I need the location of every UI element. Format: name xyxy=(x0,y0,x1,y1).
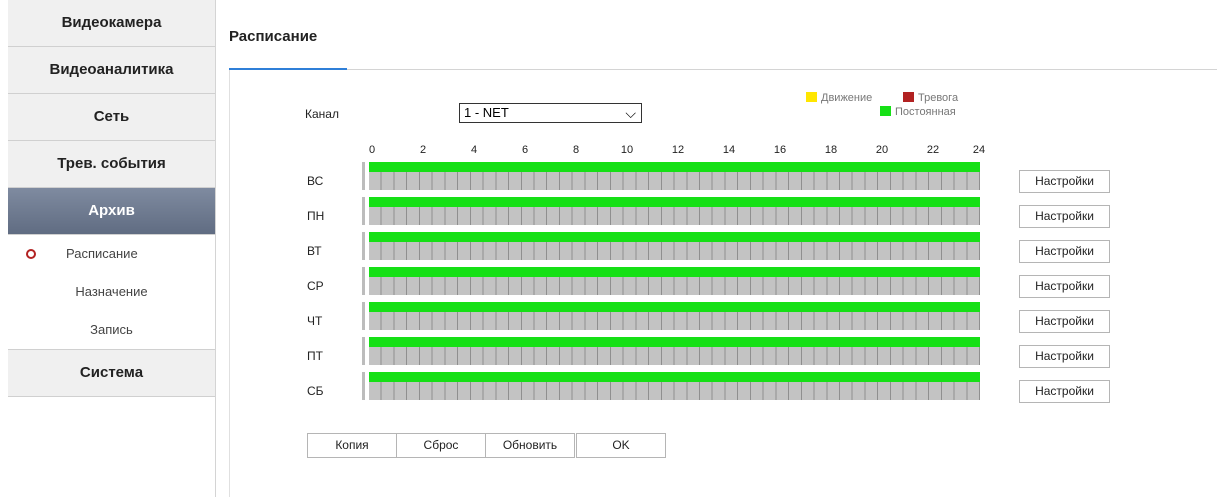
continuous-record-bar xyxy=(369,337,980,347)
schedule-row-sat[interactable] xyxy=(362,372,980,400)
hour-tick: 12 xyxy=(671,144,685,156)
copy-button[interactable]: Копия xyxy=(307,433,397,458)
day-label-wed: СР xyxy=(307,279,324,293)
hour-tick: 20 xyxy=(875,144,889,156)
day-label-sat: СБ xyxy=(307,384,324,398)
schedule-row-wed[interactable] xyxy=(362,267,980,295)
legend-motion-label: Движение xyxy=(821,92,873,104)
settings-button-sat[interactable]: Настройки xyxy=(1019,380,1110,403)
hour-tick: 24 xyxy=(972,144,986,156)
hour-tick: 10 xyxy=(620,144,634,156)
hour-tick: 14 xyxy=(722,144,736,156)
hour-tick: 6 xyxy=(521,144,529,156)
page-title: Расписание xyxy=(229,28,318,45)
hour-tick: 18 xyxy=(824,144,838,156)
reset-button[interactable]: Сброс xyxy=(396,433,486,458)
main-panel: Расписание Канал 1 - NET ⌵ Движение Трев… xyxy=(229,0,1217,497)
row-edge xyxy=(362,232,365,260)
settings-button-wed[interactable]: Настройки xyxy=(1019,275,1110,298)
hour-tick: 4 xyxy=(470,144,478,156)
settings-button-fri[interactable]: Настройки xyxy=(1019,345,1110,368)
continuous-record-bar xyxy=(369,197,980,207)
time-grid[interactable] xyxy=(369,207,980,225)
menu-item-alarm-events[interactable]: Трев. события xyxy=(8,141,215,188)
submenu-item-record[interactable]: Запись xyxy=(8,311,215,349)
row-edge xyxy=(362,302,365,330)
refresh-button[interactable]: Обновить xyxy=(485,433,575,458)
menu-item-system[interactable]: Система xyxy=(8,349,215,397)
legend-continuous-swatch xyxy=(880,106,891,116)
time-grid[interactable] xyxy=(369,277,980,295)
channel-select[interactable]: 1 - NET ⌵ xyxy=(459,103,642,123)
row-edge xyxy=(362,197,365,225)
time-grid[interactable] xyxy=(369,382,980,400)
hour-tick: 22 xyxy=(926,144,940,156)
schedule-row-tue[interactable] xyxy=(362,232,980,260)
day-label-thu: ЧТ xyxy=(307,314,323,328)
day-label-fri: ПТ xyxy=(307,349,323,363)
hour-tick: 0 xyxy=(368,144,376,156)
row-edge xyxy=(362,267,365,295)
submenu-item-schedule[interactable]: Расписание xyxy=(8,235,215,273)
schedule-row-sun[interactable] xyxy=(362,162,980,190)
hour-tick: 16 xyxy=(773,144,787,156)
schedule-row-thu[interactable] xyxy=(362,302,980,330)
channel-label: Канал xyxy=(305,107,339,121)
submenu-item-label: Расписание xyxy=(66,246,138,261)
continuous-record-bar xyxy=(369,232,980,242)
hour-tick: 2 xyxy=(419,144,427,156)
continuous-record-bar xyxy=(369,302,980,312)
legend-motion: Движение xyxy=(806,92,872,104)
legend-continuous: Постоянная xyxy=(880,106,956,118)
continuous-record-bar xyxy=(369,372,980,382)
sidebar: Видеокамера Видеоаналитика Сеть Трев. со… xyxy=(8,0,216,497)
legend-alarm-swatch xyxy=(903,92,914,102)
time-grid[interactable] xyxy=(369,347,980,365)
time-grid[interactable] xyxy=(369,242,980,260)
ok-button[interactable]: OK xyxy=(576,433,666,458)
row-edge xyxy=(362,372,365,400)
day-label-sun: ВС xyxy=(307,174,324,188)
menu-item-camera[interactable]: Видеокамера xyxy=(8,0,215,47)
time-grid[interactable] xyxy=(369,312,980,330)
legend-motion-swatch xyxy=(806,92,817,102)
settings-button-sun[interactable]: Настройки xyxy=(1019,170,1110,193)
chevron-down-icon: ⌵ xyxy=(625,105,636,121)
schedule-row-fri[interactable] xyxy=(362,337,980,365)
channel-select-value: 1 - NET xyxy=(464,105,509,120)
menu-item-video-analytics[interactable]: Видеоаналитика xyxy=(8,47,215,94)
menu-item-network[interactable]: Сеть xyxy=(8,94,215,141)
legend-alarm: Тревога xyxy=(903,92,958,104)
day-label-mon: ПН xyxy=(307,209,325,223)
row-edge xyxy=(362,337,365,365)
schedule-row-mon[interactable] xyxy=(362,197,980,225)
menu-item-archive[interactable]: Архив xyxy=(8,188,215,235)
row-edge xyxy=(362,162,365,190)
legend-continuous-label: Постоянная xyxy=(895,106,956,118)
time-grid[interactable] xyxy=(369,172,980,190)
continuous-record-bar xyxy=(369,267,980,277)
settings-button-mon[interactable]: Настройки xyxy=(1019,205,1110,228)
hour-tick: 8 xyxy=(572,144,580,156)
settings-button-thu[interactable]: Настройки xyxy=(1019,310,1110,333)
legend-alarm-label: Тревога xyxy=(918,92,959,104)
continuous-record-bar xyxy=(369,162,980,172)
submenu-item-assignment[interactable]: Назначение xyxy=(8,273,215,311)
day-label-tue: ВТ xyxy=(307,244,322,258)
settings-button-tue[interactable]: Настройки xyxy=(1019,240,1110,263)
active-bullet-icon xyxy=(26,249,36,259)
